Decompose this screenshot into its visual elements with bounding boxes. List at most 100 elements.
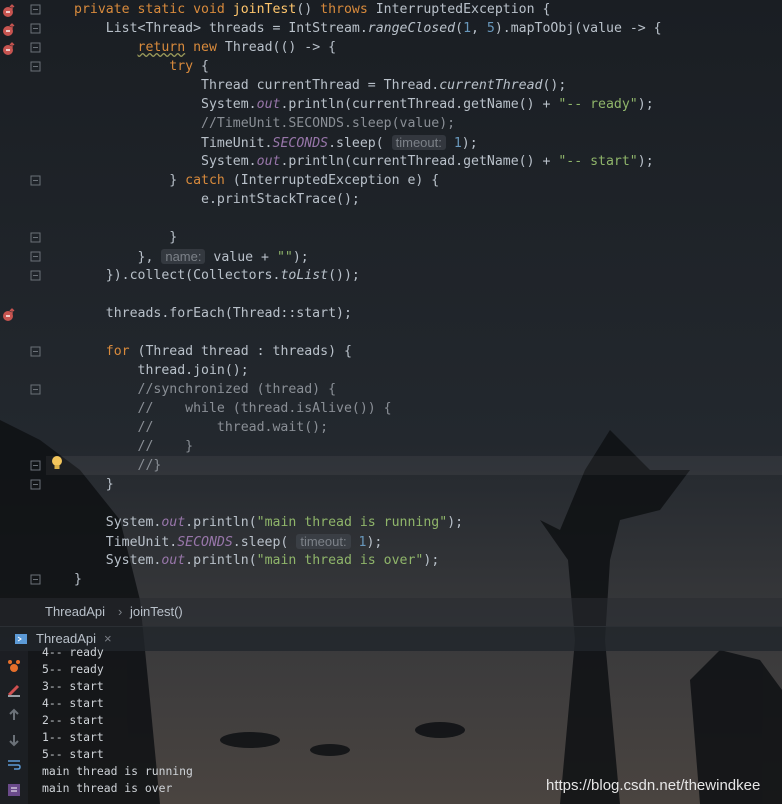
- fold-marker-icon[interactable]: [30, 479, 41, 490]
- code-token: "-- ready": [558, 97, 638, 112]
- fold-marker-icon[interactable]: [30, 175, 41, 186]
- console-line: main thread is running: [42, 764, 193, 778]
- console-line: main thread is over: [42, 781, 173, 795]
- console-line: 2-- start: [42, 713, 104, 727]
- code-token: TimeUnit.: [74, 136, 273, 151]
- code-token: .sleep(: [232, 535, 297, 550]
- code-token: (Thread thread : threads) {: [137, 344, 352, 359]
- code-line: }: [74, 475, 114, 494]
- code-token: );: [637, 154, 654, 169]
- code-token: (: [455, 21, 464, 36]
- breadcrumb-method[interactable]: joinTest(): [130, 604, 183, 619]
- fold-marker-icon[interactable]: [30, 460, 41, 471]
- code-editor[interactable]: private static void joinTest() throws In…: [0, 0, 782, 598]
- code-token: e.printStackTrace();: [74, 192, 360, 207]
- soft-wrap-icon[interactable]: [6, 757, 22, 773]
- code-token: // thread.wait();: [74, 420, 329, 435]
- breakpoint-override-icon[interactable]: [2, 4, 16, 18]
- code-line: //synchronized (thread) {: [74, 380, 337, 399]
- rerun-icon[interactable]: [6, 658, 22, 674]
- code-line: threads.forEach(Thread::start);: [74, 304, 352, 323]
- code-token: .println(currentThread.getName() +: [280, 97, 559, 112]
- console-line: 4-- ready: [42, 645, 104, 659]
- code-line: Thread currentThread = Thread.currentThr…: [74, 76, 566, 95]
- code-line: //TimeUnit.SECONDS.sleep(value);: [74, 114, 455, 133]
- fold-marker-icon[interactable]: [30, 232, 41, 243]
- breadcrumb-separator: ›: [118, 604, 123, 619]
- code-line: System.out.println("main thread is over"…: [74, 551, 440, 570]
- code-token: for: [74, 344, 138, 359]
- code-token: .println(: [185, 553, 257, 568]
- fold-marker-icon[interactable]: [30, 42, 41, 53]
- code-token: System.: [74, 97, 257, 112]
- code-token: try: [74, 59, 202, 74]
- code-line: TimeUnit.SECONDS.sleep( timeout: 1);: [74, 133, 478, 152]
- code-line: List<Thread> threads = IntStream.rangeCl…: [74, 19, 662, 38]
- code-line: for (Thread thread : threads) {: [74, 342, 352, 361]
- code-token: Thread currentThread = Thread.: [74, 78, 440, 93]
- code-line: // while (thread.isAlive()) {: [74, 399, 392, 418]
- code-token: thread.join();: [74, 363, 249, 378]
- fold-marker-icon[interactable]: [30, 61, 41, 72]
- parameter-hint: timeout:: [391, 135, 446, 150]
- parameter-hint: name:: [161, 249, 206, 264]
- code-token: }: [74, 173, 186, 188]
- code-token: (): [296, 2, 321, 17]
- code-token: ).mapToObj(value -> {: [494, 21, 662, 36]
- code-token: );: [461, 136, 478, 151]
- code-token: "": [276, 250, 293, 265]
- fold-marker-icon[interactable]: [30, 384, 41, 395]
- code-token: catch: [185, 173, 233, 188]
- code-token: SECONDS: [177, 535, 233, 550]
- code-token: List<Thread> threads = IntStream.: [74, 21, 368, 36]
- code-token: }: [74, 477, 114, 492]
- breakpoint-override-icon[interactable]: [2, 308, 16, 322]
- code-line: e.printStackTrace();: [74, 190, 360, 209]
- console-line: 4-- start: [42, 696, 104, 710]
- code-token: threads.forEach(Thread::start);: [74, 306, 352, 321]
- lightbulb-icon[interactable]: [50, 455, 64, 471]
- scroll-to-end-icon[interactable]: [6, 782, 22, 798]
- down-icon[interactable]: [6, 732, 22, 748]
- code-token: // }: [74, 439, 194, 454]
- breakpoint-override-icon[interactable]: [2, 23, 16, 37]
- editor-gutter[interactable]: [0, 0, 46, 598]
- code-token: TimeUnit.: [74, 535, 178, 550]
- code-token: .println(currentThread.getName() +: [280, 154, 559, 169]
- code-token: );: [366, 535, 383, 550]
- code-token: SECONDS: [272, 136, 329, 151]
- code-token: System.: [74, 154, 257, 169]
- fold-marker-icon[interactable]: [30, 574, 41, 585]
- code-line: }: [74, 228, 177, 247]
- code-line: return new Thread(() -> {: [74, 38, 337, 57]
- code-token: );: [292, 250, 309, 265]
- fold-marker-icon[interactable]: [30, 23, 41, 34]
- code-token: new: [185, 40, 225, 55]
- stop-icon[interactable]: [6, 682, 22, 698]
- fold-marker-icon[interactable]: [30, 251, 41, 262]
- console-output[interactable]: 4-- ready 5-- ready 3-- start 4-- start 2-- …: [42, 644, 193, 797]
- code-token: throws: [320, 2, 376, 17]
- code-token: private static void: [74, 2, 233, 17]
- fold-marker-icon[interactable]: [30, 346, 41, 357]
- code-token: return: [137, 40, 186, 55]
- code-token: toList: [280, 268, 329, 283]
- code-line: private static void joinTest() throws In…: [74, 0, 550, 19]
- code-line: System.out.println(currentThread.getName…: [74, 152, 654, 171]
- code-token: Thread(() -> {: [224, 40, 337, 55]
- code-line: thread.join();: [74, 361, 249, 380]
- up-icon[interactable]: [6, 707, 22, 723]
- code-token: ,: [471, 21, 487, 36]
- code-token: out: [161, 553, 186, 568]
- code-token: },: [74, 250, 162, 265]
- breadcrumb-class[interactable]: ThreadApi: [45, 604, 105, 619]
- code-token: .println(: [185, 515, 257, 530]
- code-token: InterruptedException {: [375, 2, 551, 17]
- breakpoint-override-icon[interactable]: [2, 42, 16, 56]
- code-token: System.: [74, 553, 162, 568]
- fold-marker-icon[interactable]: [30, 270, 41, 281]
- fold-marker-icon[interactable]: [30, 4, 41, 15]
